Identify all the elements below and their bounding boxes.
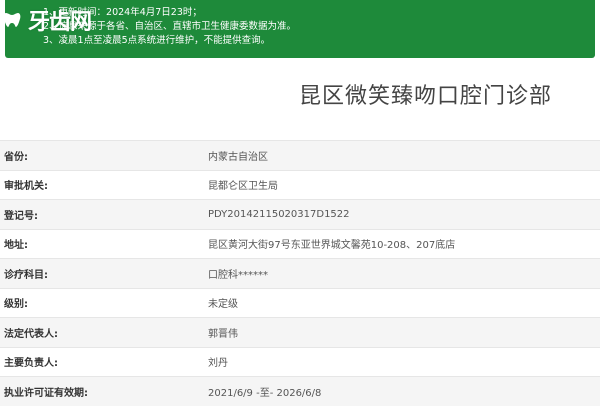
row-value: 昆区黄河大街97号东亚世界城文馨苑10-208、207底店 (208, 240, 456, 252)
row-label: 诊疗科目: (4, 269, 48, 281)
row-label: 登记号: (4, 210, 38, 222)
table-row: 审批机关: 昆都仑区卫生局 (0, 169, 600, 199)
row-label: 地址: (4, 240, 28, 252)
row-label: 执业许可证有效期: (4, 387, 88, 399)
notice-line-2: 2、信息来源于各省、自治区、直辖市卫生健康委数据为准。 (43, 21, 297, 32)
table-row: 主要负责人: 刘丹 (0, 346, 600, 376)
notice-line-1: 1、更新时间：2024年4月7日23时； (43, 7, 202, 18)
table-row: 级别: 未定级 (0, 287, 600, 317)
row-label: 级别: (4, 299, 28, 311)
info-table: 省份: 内蒙古自治区 审批机关: 昆都仑区卫生局 登记号: PDY2014211… (0, 140, 600, 406)
row-value: 昆都仑区卫生局 (208, 181, 278, 193)
row-label: 省份: (4, 151, 28, 163)
notice-banner: 1、更新时间：2024年4月7日23时； 2、信息来源于各省、自治区、直辖市卫生… (5, 0, 595, 58)
notice-line-3: 3、凌晨1点至凌晨5点系统进行维护，不能提供查询。 (43, 35, 271, 46)
row-label: 审批机关: (4, 181, 48, 193)
row-value: 未定级 (208, 299, 238, 311)
row-value: PDY20142115020317D1522 (208, 208, 350, 220)
page-title: 昆区微笑臻吻口腔门诊部 (298, 84, 552, 109)
row-value: 郭晋伟 (208, 328, 238, 340)
row-value: 口腔科****** (208, 269, 268, 281)
row-label: 主要负责人: (4, 358, 58, 370)
table-row: 法定代表人: 郭晋伟 (0, 317, 600, 347)
site-logo[interactable]: 牙齿网 (2, 4, 92, 36)
tooth-icon (2, 10, 22, 30)
table-row: 诊疗科目: 口腔科****** (0, 258, 600, 288)
table-row: 地址: 昆区黄河大街97号东亚世界城文馨苑10-208、207底店 (0, 228, 600, 258)
row-value: 刘丹 (208, 358, 228, 370)
row-label: 法定代表人: (4, 328, 58, 340)
table-row: 登记号: PDY20142115020317D1522 (0, 199, 600, 229)
row-value: 2021/6/9 -至- 2026/6/8 (208, 387, 322, 399)
row-value: 内蒙古自治区 (208, 151, 268, 163)
logo-text: 牙齿网 (28, 9, 92, 35)
table-row: 执业许可证有效期: 2021/6/9 -至- 2026/6/8 (0, 376, 600, 406)
table-row: 省份: 内蒙古自治区 (0, 140, 600, 170)
